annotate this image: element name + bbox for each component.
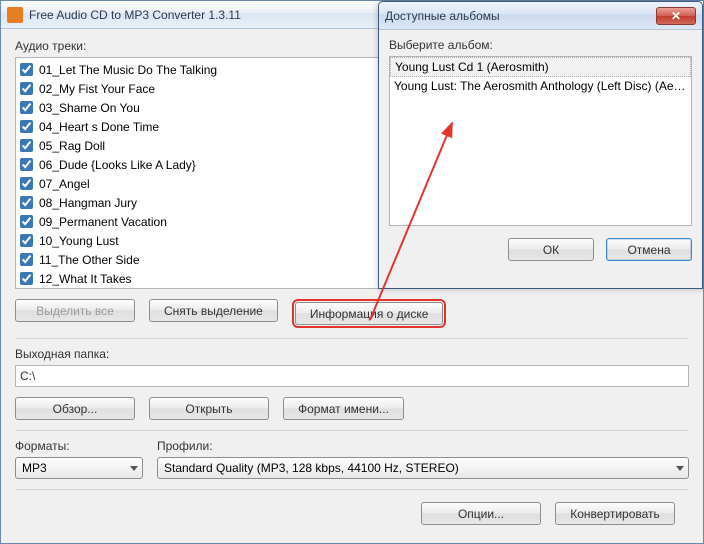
profile-combo[interactable]: Standard Quality (MP3, 128 kbps, 44100 H… xyxy=(157,457,689,479)
track-checkbox[interactable] xyxy=(20,63,33,76)
track-name: 10_Young Lust xyxy=(39,234,119,248)
track-checkbox[interactable] xyxy=(20,196,33,209)
track-name: 03_Shame On You xyxy=(39,101,140,115)
dialog-cancel-button[interactable]: Отмена xyxy=(606,238,692,261)
track-name: 02_My Fist Your Face xyxy=(39,82,155,96)
convert-button[interactable]: Конвертировать xyxy=(555,502,675,525)
track-name: 06_Dude {Looks Like A Lady} xyxy=(39,158,196,172)
chevron-down-icon xyxy=(130,466,138,471)
album-list[interactable]: Young Lust Cd 1 (Aerosmith)Young Lust: T… xyxy=(389,56,692,226)
track-checkbox[interactable] xyxy=(20,139,33,152)
track-name: 01_Let The Music Do The Talking xyxy=(39,63,217,77)
dialog-titlebar: Доступные альбомы ✕ xyxy=(379,2,702,30)
track-checkbox[interactable] xyxy=(20,101,33,114)
close-icon: ✕ xyxy=(671,9,681,23)
album-row[interactable]: Young Lust: The Aerosmith Anthology (Lef… xyxy=(390,77,691,96)
select-all-button[interactable]: Выделить все xyxy=(15,299,135,322)
track-name: 09_Permanent Vacation xyxy=(39,215,167,229)
dialog-ok-button[interactable]: ОК xyxy=(508,238,594,261)
output-folder-label: Выходная папка: xyxy=(15,347,689,361)
open-button[interactable]: Открыть xyxy=(149,397,269,420)
track-checkbox[interactable] xyxy=(20,215,33,228)
browse-button[interactable]: Обзор... xyxy=(15,397,135,420)
name-format-button[interactable]: Формат имени... xyxy=(283,397,404,420)
app-icon xyxy=(7,7,23,23)
track-checkbox[interactable] xyxy=(20,272,33,285)
track-name: 04_Heart s Done Time xyxy=(39,120,159,134)
format-combo[interactable]: MP3 xyxy=(15,457,143,479)
options-button[interactable]: Опции... xyxy=(421,502,541,525)
track-name: 12_What It Takes xyxy=(39,272,132,286)
track-checkbox[interactable] xyxy=(20,82,33,95)
track-checkbox[interactable] xyxy=(20,120,33,133)
chevron-down-icon xyxy=(676,466,684,471)
choose-album-label: Выберите альбом: xyxy=(389,38,692,52)
disc-info-highlight: Информация о диске xyxy=(292,299,447,328)
separator xyxy=(15,430,689,431)
output-folder-input[interactable] xyxy=(15,365,689,387)
track-checkbox[interactable] xyxy=(20,158,33,171)
album-row[interactable]: Young Lust Cd 1 (Aerosmith) xyxy=(390,57,691,77)
dialog-title: Доступные альбомы xyxy=(385,9,656,23)
formats-label: Форматы: xyxy=(15,439,143,453)
track-name: 07_Angel xyxy=(39,177,90,191)
format-value: MP3 xyxy=(22,461,47,475)
track-checkbox[interactable] xyxy=(20,234,33,247)
track-checkbox[interactable] xyxy=(20,253,33,266)
track-checkbox[interactable] xyxy=(20,177,33,190)
available-albums-dialog: Доступные альбомы ✕ Выберите альбом: You… xyxy=(378,1,703,289)
track-name: 05_Rag Doll xyxy=(39,139,105,153)
track-name: 08_Hangman Jury xyxy=(39,196,137,210)
profile-value: Standard Quality (MP3, 128 kbps, 44100 H… xyxy=(164,461,459,475)
separator xyxy=(15,338,689,339)
deselect-all-button[interactable]: Снять выделение xyxy=(149,299,278,322)
profiles-label: Профили: xyxy=(157,439,689,453)
track-name: 11_The Other Side xyxy=(39,253,140,267)
dialog-close-button[interactable]: ✕ xyxy=(656,7,696,25)
disc-info-button[interactable]: Информация о диске xyxy=(295,302,444,325)
